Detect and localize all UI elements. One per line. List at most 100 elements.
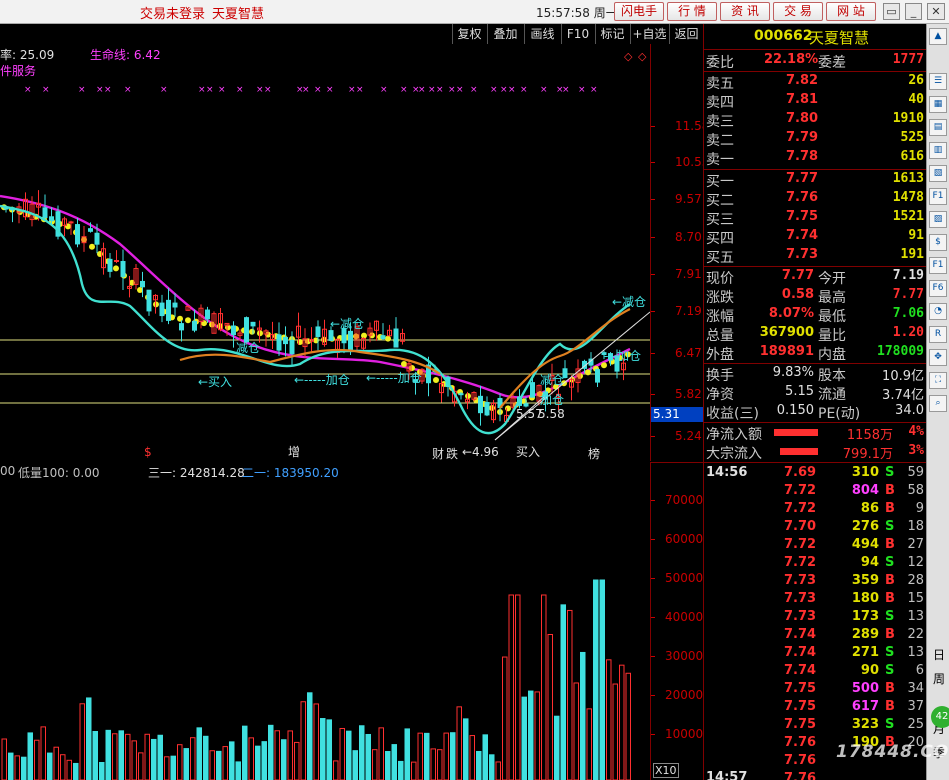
volume-chart[interactable] [0, 462, 650, 780]
volume-bar [437, 749, 443, 780]
f10-icon[interactable]: F1 [929, 188, 947, 205]
trade-button[interactable]: 交 易 [773, 2, 823, 21]
annotation-buy-mark: 买入 [516, 445, 540, 459]
tick-price: 7.76 [784, 753, 817, 768]
tick-row[interactable]: 7.75 617 B 37 [704, 699, 927, 717]
chart-icon[interactable]: ▤ [929, 119, 947, 136]
minimize-icon[interactable]: _ [905, 3, 922, 20]
volume-bar [508, 594, 514, 780]
tick-row[interactable]: 7.75 323 S 25 [704, 717, 927, 735]
up-arrow-icon[interactable]: ▲ [929, 28, 947, 45]
stat-row: 现价 7.77 今开 7.19 [704, 268, 927, 287]
divider [704, 169, 927, 170]
back-button[interactable]: 返回 [669, 24, 703, 44]
price-chart[interactable]: × × × × × × × × × × × × × ×× × × × × × × ×× × × × × × × × × × × ×× × ×←减仓… [0, 44, 650, 462]
candle-body [49, 216, 54, 222]
flow-label: 净流入额 [706, 427, 762, 443]
zoom-icon[interactable]: ⌕ [929, 395, 947, 412]
period-1[interactable]: 周 [930, 670, 948, 687]
tick-row[interactable]: 7.73 180 B 15 [704, 591, 927, 609]
tick-row[interactable]: 7.72 94 S 12 [704, 555, 927, 573]
tick-volume: 359 [851, 573, 879, 588]
volume-tick-label: 70000 [665, 493, 704, 507]
adjust-button[interactable]: 复权 [452, 24, 486, 44]
price-tick-mark [651, 311, 655, 312]
bid-volume: 1613 [892, 171, 924, 186]
f10-button[interactable]: F10 [561, 24, 594, 44]
volume-bar [586, 708, 592, 780]
tick-row[interactable]: 7.74 289 B 22 [704, 627, 927, 645]
ask-volume: 616 [900, 149, 924, 164]
tick-price: 7.73 [784, 591, 817, 606]
ask-label: 卖三 [706, 114, 734, 130]
volume-tick-mark [651, 539, 655, 540]
volume-bar [21, 756, 27, 780]
volume-bar [40, 726, 46, 780]
close-icon[interactable]: ✕ [927, 3, 945, 20]
tick-price: 7.74 [784, 663, 817, 678]
pie-icon[interactable]: ◔ [929, 303, 947, 320]
fund-label: 换手 [706, 368, 734, 384]
tick-row[interactable]: 7.75 500 B 34 [704, 681, 927, 699]
volume-tick-mark [651, 500, 655, 501]
trend-dot [401, 361, 407, 367]
money-icon[interactable]: $ [929, 234, 947, 251]
tick-row[interactable]: 7.72 804 B 58 [704, 483, 927, 501]
list-icon[interactable]: ☰ [929, 73, 947, 90]
tick-row[interactable]: 7.74 271 S 13 [704, 645, 927, 663]
tick-row[interactable]: 7.73 359 B 28 [704, 573, 927, 591]
annotation-reduce: ←减仓 [330, 317, 364, 331]
signal-marker: × [508, 85, 516, 95]
restore-icon[interactable]: ▭ [883, 3, 900, 20]
news-icon[interactable]: ▨ [929, 211, 947, 228]
signal-marker: × [418, 85, 426, 95]
annotation-reduce: 减仓 [540, 373, 564, 387]
volume-bar [502, 656, 508, 780]
tick-side: S [885, 663, 895, 678]
doc-icon[interactable]: ▧ [929, 165, 947, 182]
website-button[interactable]: 网 站 [826, 2, 876, 21]
bid-volume: 1478 [892, 190, 924, 205]
tick-row[interactable]: 7.70 276 S 18 [704, 519, 927, 537]
quote-panel: 000662 天夏智慧 委比 22.18% 委差 1777 卖五 7.82 26 卖四 7.81… [703, 24, 927, 780]
tick-row[interactable]: 7.69 310 S 59 [704, 465, 927, 483]
stat-row: 外盘 189891 内盘 178009 [704, 344, 927, 363]
candle-body [172, 302, 178, 308]
volume-bar [73, 762, 79, 780]
move-icon[interactable]: ✥ [929, 349, 947, 366]
tick-row[interactable]: 7.72 86 B 9 [704, 501, 927, 519]
draw-line-button[interactable]: 画线 [524, 24, 560, 44]
market-button[interactable]: 行 情 [667, 2, 717, 21]
tick-row[interactable]: 7.72 494 B 27 [704, 537, 927, 555]
rsi-icon[interactable]: R [929, 326, 947, 343]
login-status[interactable]: 交易未登录 [140, 3, 205, 22]
divider [704, 422, 927, 423]
kline-icon[interactable]: ▥ [929, 142, 947, 159]
mark-button[interactable]: 标记 [595, 24, 629, 44]
stat-value: 8.07% [768, 306, 814, 321]
fullscreen-icon[interactable]: ⛶ [929, 372, 947, 389]
flash-trade-button[interactable]: 闪电手 [614, 2, 664, 21]
stock-code: 000662 [754, 28, 813, 44]
f12-icon[interactable]: F1 [929, 257, 947, 274]
overlay-button[interactable]: 叠加 [487, 24, 523, 44]
volume-bar [456, 706, 462, 780]
grid-icon[interactable]: ▦ [929, 96, 947, 113]
news-button[interactable]: 资 讯 [720, 2, 770, 21]
volume-bar [365, 733, 371, 780]
tick-volume: 494 [851, 537, 879, 552]
volume-bar [326, 719, 332, 780]
tick-row[interactable]: 7.74 90 S 6 [704, 663, 927, 681]
volume-bar [1, 738, 7, 780]
f6-icon[interactable]: F6 [929, 280, 947, 297]
tick-volume: 804 [851, 483, 879, 498]
candle-body [166, 299, 171, 321]
weibi-label: 委比 [706, 55, 734, 71]
notification-badge[interactable]: 42 [931, 706, 949, 728]
add-watchlist-button[interactable]: +自选 [630, 24, 668, 44]
signal-marker: × [456, 85, 464, 95]
volume-bar [482, 734, 488, 780]
ask-label: 卖四 [706, 95, 734, 111]
tick-row[interactable]: 7.73 173 S 13 [704, 609, 927, 627]
period-0[interactable]: 日 [930, 646, 948, 663]
